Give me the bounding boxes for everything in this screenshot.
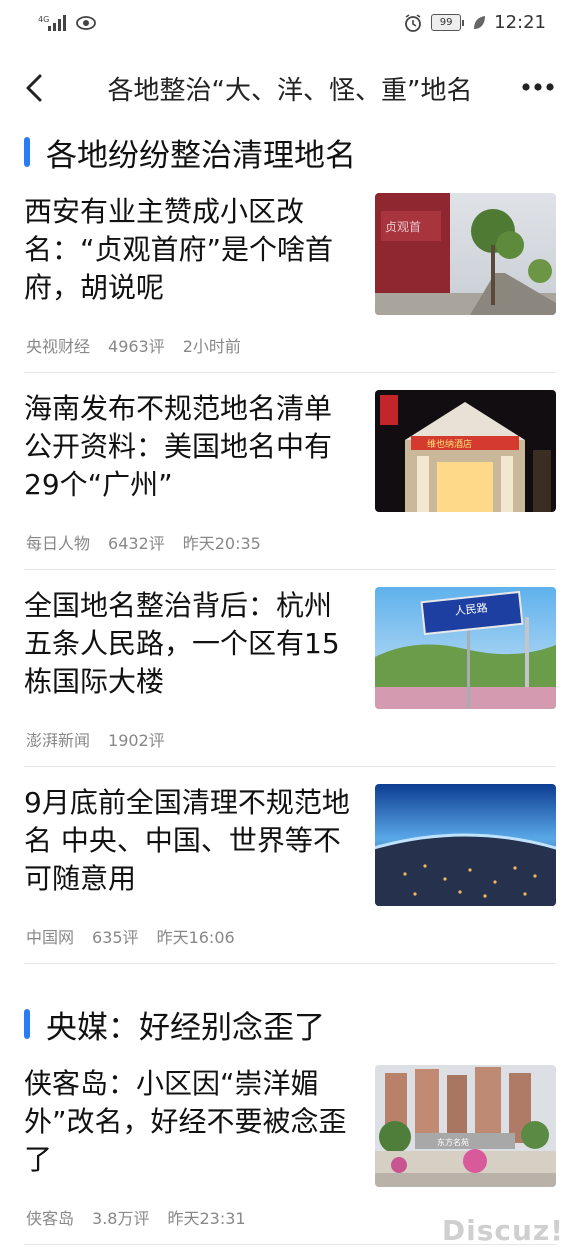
news-comments: 6432评: [108, 534, 165, 553]
svg-text:4G: 4G: [38, 15, 49, 24]
residential-photo-icon: 东方名苑: [375, 1065, 556, 1187]
news-thumbnail[interactable]: 贞观首: [375, 193, 556, 315]
divider: [24, 766, 556, 767]
section-accent-bar: [24, 137, 30, 167]
street-photo-icon: 贞观首: [375, 193, 556, 315]
news-thumbnail[interactable]: 维也纳酒店: [375, 390, 556, 512]
eye-icon: [76, 16, 96, 30]
status-bar: 4G 99 12:21: [0, 0, 580, 48]
page-title: 各地整治“大、洋、怪、重”地名: [107, 76, 473, 106]
news-title[interactable]: 侠客岛：小区因“崇洋媚外”改名，好经不要被念歪了: [24, 1065, 359, 1179]
news-time: 昨天20:35: [182, 534, 261, 553]
news-title[interactable]: 海南发布不规范地名清单公开资料：美国地名中有29个“广州”: [24, 390, 359, 504]
news-thumbnail[interactable]: 东方名苑: [375, 1065, 556, 1187]
news-source: 中国网: [26, 928, 75, 947]
svg-text:东方名苑: 东方名苑: [437, 1137, 469, 1147]
divider: [24, 569, 556, 570]
city-aerial-photo-icon: [375, 784, 556, 906]
section-header: 各地纷纷整治清理地名: [24, 132, 356, 174]
alarm-icon: [405, 13, 422, 32]
news-source: 澎湃新闻: [26, 731, 91, 750]
news-meta: 中国网 635评 昨天16:06: [26, 924, 253, 948]
back-button[interactable]: [18, 70, 54, 106]
news-meta: 每日人物 6432评 昨天20:35: [26, 530, 279, 554]
news-item[interactable]: 海南发布不规范地名清单公开资料：美国地名中有29个“广州” 维也纳酒店 每日人物…: [24, 390, 556, 560]
status-right: 99 12:21: [403, 12, 546, 33]
news-thumbnail[interactable]: [375, 784, 556, 906]
news-time: 昨天16:06: [156, 928, 235, 947]
divider: [24, 963, 556, 964]
news-title[interactable]: 全国地名整治背后：杭州五条人民路，一个区有15栋国际大楼: [24, 587, 359, 701]
nav-bar: 各地整治“大、洋、怪、重”地名: [0, 58, 580, 120]
hotel-photo-icon: 维也纳酒店: [375, 390, 556, 512]
more-button[interactable]: [518, 72, 558, 102]
news-time: 昨天23:31: [167, 1209, 246, 1228]
svg-text:维也纳酒店: 维也纳酒店: [427, 438, 472, 450]
news-comments: 1902评: [108, 731, 165, 750]
news-item[interactable]: 9月底前全国清理不规范地名 中央、中国、世界等不可随意用 中国网 635评 昨天16…: [24, 784, 556, 954]
news-meta: 侠客岛 3.8万评 昨天23:31: [26, 1205, 264, 1229]
battery-level: 99: [431, 14, 462, 31]
status-time: 12:21: [494, 12, 546, 33]
news-comments: 4963评: [108, 337, 165, 356]
section-header: 央媒：好经别念歪了: [24, 1004, 325, 1046]
news-comments: 635评: [92, 928, 139, 947]
watermark: Discuz!: [441, 1214, 564, 1247]
road-sign-photo-icon: 人民路: [375, 587, 556, 709]
news-source: 侠客岛: [26, 1209, 75, 1228]
news-thumbnail[interactable]: 人民路: [375, 587, 556, 709]
news-item[interactable]: 侠客岛：小区因“崇洋媚外”改名，好经不要被念歪了 东方名苑 侠客岛 3.8万评 昨天…: [24, 1065, 556, 1235]
section-accent-bar: [24, 1009, 30, 1039]
news-meta: 澎湃新闻 1902评: [26, 727, 183, 751]
leaf-icon: [474, 15, 486, 29]
section-title: 各地纷纷整治清理地名: [46, 137, 356, 174]
svg-text:贞观首: 贞观首: [385, 220, 421, 234]
news-title[interactable]: 9月底前全国清理不规范地名 中央、中国、世界等不可随意用: [24, 784, 359, 898]
news-item[interactable]: 全国地名整治背后：杭州五条人民路，一个区有15栋国际大楼 人民路 澎湃新闻 190…: [24, 587, 556, 757]
section-title: 央媒：好经别念歪了: [46, 1009, 325, 1046]
signal-icon: 4G: [38, 15, 66, 31]
more-icon: [522, 83, 554, 91]
news-item[interactable]: 西安有业主赞成小区改名：“贞观首府”是个啥首府，胡说呢 贞观首 央视财经 4963…: [24, 193, 556, 363]
news-time: 2小时前: [182, 337, 241, 356]
news-source: 央视财经: [26, 337, 91, 356]
news-title[interactable]: 西安有业主赞成小区改名：“贞观首府”是个啥首府，胡说呢: [24, 193, 359, 307]
news-source: 每日人物: [26, 534, 91, 553]
chevron-left-icon: [26, 74, 42, 102]
news-comments: 3.8万评: [92, 1209, 150, 1228]
news-meta: 央视财经 4963评 2小时前: [26, 333, 259, 357]
battery-icon: 99: [431, 14, 465, 31]
status-left: 4G: [38, 14, 96, 32]
divider: [24, 372, 556, 373]
